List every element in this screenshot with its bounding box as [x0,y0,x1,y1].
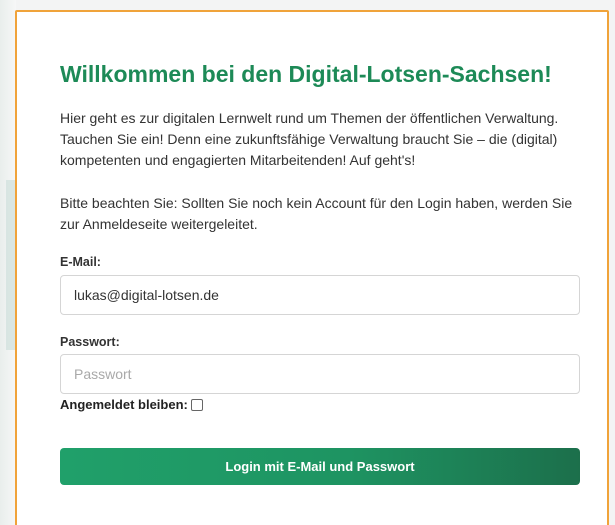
password-field[interactable] [60,354,580,394]
page-background: Willkommen bei den Digital-Lotsen-Sachse… [0,0,615,525]
account-notice: Bitte beachten Sie: Sollten Sie noch kei… [60,195,573,232]
intro-text: Hier geht es zur digitalen Lernwelt rund… [60,110,559,168]
email-field[interactable] [60,275,580,315]
email-label: E-Mail: [60,255,101,269]
page-title: Willkommen bei den Digital-Lotsen-Sachse… [60,61,552,87]
password-label: Passwort: [60,335,120,349]
login-button[interactable]: Login mit E-Mail und Passwort [60,448,580,485]
remember-me-row: Angemeldet bleiben: [60,397,203,412]
login-card: Willkommen bei den Digital-Lotsen-Sachse… [15,10,609,525]
remember-me-checkbox[interactable] [190,398,203,411]
remember-me-label: Angemeldet bleiben: [60,397,188,412]
